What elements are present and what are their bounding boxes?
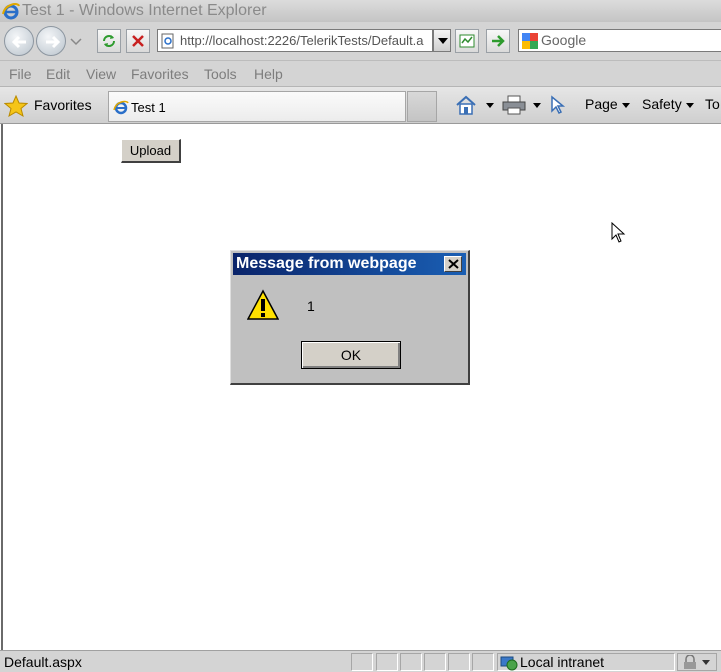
mouse-cursor-icon — [611, 222, 626, 243]
address-dropdown-button[interactable] — [433, 29, 451, 52]
lock-icon — [684, 655, 696, 669]
compatibility-view-icon — [459, 34, 475, 48]
status-pane — [376, 653, 398, 671]
print-dropdown[interactable] — [529, 96, 541, 112]
research-icon[interactable] — [548, 95, 570, 115]
navigation-bar: http://localhost:2226/TelerikTests/Defau… — [0, 22, 721, 60]
close-icon — [448, 259, 459, 269]
ie-page-icon — [113, 100, 129, 115]
print-icon[interactable] — [502, 95, 526, 115]
ie-logo-icon — [2, 3, 20, 20]
refresh-icon — [103, 35, 115, 47]
status-bar: Default.aspx Local intranet — [0, 650, 721, 672]
security-zone-label: Local intranet — [520, 654, 605, 670]
chevron-down-icon — [685, 102, 694, 108]
new-tab-button[interactable] — [407, 91, 437, 122]
forward-button[interactable] — [36, 26, 66, 56]
warning-icon — [247, 289, 279, 320]
status-pane — [351, 653, 373, 671]
chevron-down-icon — [702, 660, 710, 665]
forward-arrow-icon — [46, 35, 61, 49]
status-pane — [472, 653, 494, 671]
menu-bar: File Edit View Favorites Tools Help — [0, 60, 721, 86]
favorites-label: Favorites — [34, 97, 92, 113]
google-icon — [522, 33, 538, 49]
search-input[interactable]: Google — [518, 29, 721, 52]
tools-menu[interactable]: To — [705, 96, 720, 112]
dialog-message: 1 — [307, 298, 315, 314]
dialog-close-button[interactable] — [444, 256, 462, 272]
chevron-down-icon — [438, 38, 448, 44]
alert-dialog: Message from webpage 1 OK — [230, 250, 470, 385]
favorites-bar: Favorites Test 1 Page Safety To — [0, 86, 721, 124]
chevron-down-icon — [621, 102, 630, 108]
status-pane — [400, 653, 422, 671]
intranet-globe-icon — [500, 656, 518, 671]
back-button[interactable] — [4, 26, 34, 56]
page-menu-label: Page — [585, 96, 618, 112]
safety-menu[interactable]: Safety — [642, 96, 694, 112]
back-arrow-icon — [11, 35, 26, 49]
ok-button[interactable]: OK — [301, 341, 401, 369]
menu-help[interactable]: Help — [254, 66, 283, 82]
compatibility-view-button[interactable] — [455, 29, 479, 53]
address-url: http://localhost:2226/TelerikTests/Defau… — [180, 33, 424, 48]
menu-file[interactable]: File — [9, 66, 32, 82]
refresh-button[interactable] — [97, 29, 121, 53]
history-dropdown-icon[interactable] — [70, 38, 82, 46]
search-placeholder: Google — [541, 32, 587, 48]
go-arrow-icon — [492, 35, 505, 47]
menu-view[interactable]: View — [86, 66, 116, 82]
stop-icon — [132, 35, 144, 47]
tab-test-1[interactable]: Test 1 — [108, 91, 406, 122]
page-content: Upload — [1, 124, 721, 650]
stop-button[interactable] — [126, 29, 150, 53]
menu-tools[interactable]: Tools — [204, 66, 237, 82]
dialog-title: Message from webpage — [236, 255, 417, 272]
title-bar: Test 1 - Windows Internet Explorer — [0, 0, 721, 22]
page-menu[interactable]: Page — [585, 96, 630, 112]
home-icon[interactable] — [455, 95, 477, 115]
window-title: Test 1 - Windows Internet Explorer — [22, 2, 267, 19]
star-icon — [4, 95, 28, 117]
upload-button[interactable]: Upload — [121, 139, 181, 163]
security-zone[interactable]: Local intranet — [497, 653, 675, 671]
menu-favorites[interactable]: Favorites — [131, 66, 189, 82]
tab-label: Test 1 — [131, 100, 166, 115]
dialog-title-bar: Message from webpage — [233, 253, 466, 275]
protected-mode-button[interactable] — [677, 653, 717, 671]
address-field[interactable]: http://localhost:2226/TelerikTests/Defau… — [157, 29, 433, 52]
go-button[interactable] — [486, 29, 510, 53]
safety-menu-label: Safety — [642, 96, 682, 112]
page-icon — [161, 33, 174, 49]
status-pane — [424, 653, 446, 671]
status-text: Default.aspx — [4, 654, 82, 670]
menu-edit[interactable]: Edit — [46, 66, 70, 82]
home-dropdown[interactable] — [482, 96, 494, 112]
chevron-down-icon — [533, 102, 541, 108]
chevron-down-icon — [486, 102, 494, 108]
status-pane — [448, 653, 470, 671]
